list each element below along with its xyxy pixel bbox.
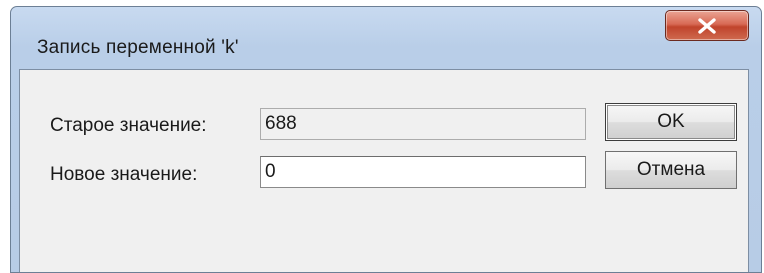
dialog-client-area: Старое значение: Новое значение: OK Отме… (19, 69, 749, 272)
window-title: Запись переменной 'k' (37, 37, 239, 58)
new-value-input[interactable] (260, 156, 586, 188)
dialog-window: Запись переменной 'k' Старое значение: Н… (10, 6, 762, 273)
title-bar[interactable]: Запись переменной 'k' (11, 7, 761, 67)
cancel-button[interactable]: Отмена (605, 151, 737, 189)
new-value-label: Новое значение: (50, 164, 198, 185)
close-button[interactable] (665, 10, 749, 41)
old-value-field (260, 108, 586, 140)
ok-button[interactable]: OK (605, 103, 737, 141)
old-value-label: Старое значение: (50, 115, 207, 136)
close-icon (697, 17, 717, 34)
